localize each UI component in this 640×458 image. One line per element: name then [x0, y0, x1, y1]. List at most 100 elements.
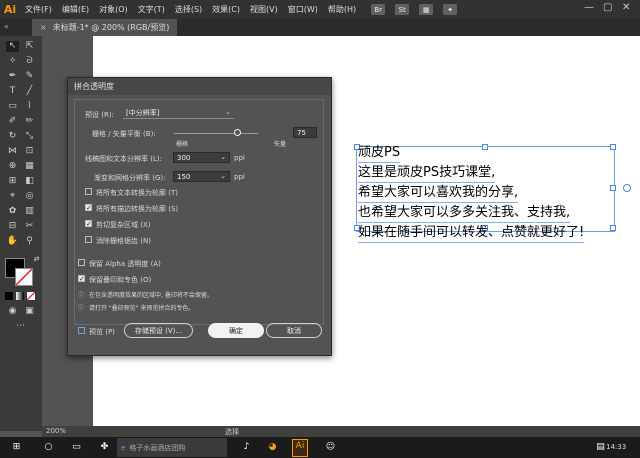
menu-type[interactable]: 文字(T): [133, 4, 170, 15]
preset-dropdown[interactable]: [中分辨率] ⌄: [123, 108, 234, 119]
chrome-app-icon[interactable]: ◕: [266, 441, 279, 454]
windows-start-icon[interactable]: ⊞: [10, 441, 23, 454]
slider-value-field[interactable]: 75: [293, 127, 317, 138]
rectangle-tool-icon[interactable]: ▭: [6, 101, 19, 112]
search-box[interactable]: e 格子水画酒店团购: [117, 438, 227, 457]
info-icon: ⓘ: [78, 305, 85, 312]
blend-tool-icon[interactable]: ◎: [23, 191, 36, 202]
fan-app-icon[interactable]: ✤: [98, 441, 111, 454]
line-res-dropdown[interactable]: 300 ⌄: [173, 152, 230, 163]
color-mode-icon[interactable]: [5, 292, 13, 300]
option-checkbox-1[interactable]: ✓: [85, 204, 92, 212]
stroke-swatch[interactable]: [15, 268, 33, 286]
width-tool-icon[interactable]: ⋈: [6, 146, 19, 157]
perspective-grid-tool-icon[interactable]: ▦: [23, 161, 36, 172]
shape-builder-tool-icon[interactable]: ⊕: [6, 161, 19, 172]
menu-select[interactable]: 选择(S): [170, 4, 207, 15]
menu-edit[interactable]: 编辑(E): [57, 4, 94, 15]
free-transform-tool-icon[interactable]: ⊡: [23, 146, 36, 157]
preview-checkbox[interactable]: [78, 327, 85, 334]
flatten-transparency-dialog: 拼合透明度 预设 (R): [中分辨率] ⌄ 栅格 / 矢量平衡 (B): 栅格…: [67, 77, 332, 356]
direct-selection-tool-icon[interactable]: ⇱: [23, 41, 36, 52]
menu-help[interactable]: 帮助(H): [323, 4, 361, 15]
handle-middle-right[interactable]: [610, 185, 616, 191]
selection-tool-icon[interactable]: ↖: [6, 41, 19, 52]
menu-window[interactable]: 窗口(W): [283, 4, 323, 15]
menu-file[interactable]: 文件(F): [20, 4, 57, 15]
eyedropper-tool-icon[interactable]: ⌖: [6, 191, 19, 202]
arrange-icon[interactable]: ✦: [443, 4, 458, 15]
hand-tool-icon[interactable]: ✋: [6, 236, 19, 247]
artboard-tool-icon[interactable]: ⊟: [6, 221, 19, 232]
rotate-tool-icon[interactable]: ↻: [6, 131, 19, 142]
gradient-mode-icon[interactable]: [16, 292, 24, 300]
zoom-tool-icon[interactable]: ⚲: [23, 236, 36, 247]
raster-vector-slider-track[interactable]: [174, 133, 258, 134]
scale-tool-icon[interactable]: ⤡: [23, 131, 36, 142]
keep-overprint-checkbox[interactable]: ✓: [78, 275, 85, 283]
keep-alpha-checkbox[interactable]: [78, 259, 85, 266]
chevron-down-icon: ⌄: [220, 153, 226, 161]
type-tool-icon[interactable]: T: [6, 86, 19, 97]
canvas-text-line: 也希望大家可以多多关注我、支持我,: [358, 203, 571, 223]
slider-right-label: 矢量: [274, 141, 287, 148]
menu-effect[interactable]: 效果(C): [207, 4, 245, 15]
tab-close-icon[interactable]: ×: [40, 23, 47, 32]
ok-button[interactable]: 确定: [208, 323, 264, 338]
info-text-0: 在包含透明度效果的区域中, 叠印将不会保留。: [89, 292, 213, 299]
minimize-button[interactable]: —: [584, 2, 594, 13]
raster-vector-slider-thumb[interactable]: [234, 129, 241, 136]
handle-top-right[interactable]: [610, 144, 616, 150]
menu-object[interactable]: 对象(O): [94, 4, 133, 15]
screen-mode-icon[interactable]: ▣: [23, 306, 36, 317]
slider-left-label: 栅格: [176, 141, 189, 148]
grad-res-value: 150: [177, 172, 191, 181]
toolbar-collapse-icon[interactable]: «: [4, 22, 9, 31]
menu-view[interactable]: 视图(V): [245, 4, 283, 15]
drawing-mode-icon[interactable]: ◉: [6, 306, 19, 317]
dialog-title[interactable]: 拼合透明度: [68, 78, 331, 95]
option-label-2: 剪切复杂区域 (X): [96, 221, 151, 229]
shaper-tool-icon[interactable]: ✐: [6, 116, 19, 127]
wechat-app-icon[interactable]: ☺: [324, 441, 337, 454]
search-icon[interactable]: ○: [42, 441, 55, 454]
cancel-button[interactable]: 取消: [266, 323, 322, 338]
magic-wand-tool-icon[interactable]: ✧: [6, 56, 19, 67]
zoom-level[interactable]: 200%: [46, 427, 66, 435]
restore-button[interactable]: ▢: [603, 2, 612, 13]
line-res-value: 300: [177, 153, 191, 162]
lasso-tool-icon[interactable]: ᘐ: [23, 56, 36, 67]
document-tab[interactable]: × 未标题-1* @ 200% (RGB/预览): [32, 19, 178, 36]
column-graph-tool-icon[interactable]: ▥: [23, 206, 36, 217]
task-view-icon[interactable]: ▭: [70, 441, 83, 454]
canvas-text-block[interactable]: 顽皮PS 这里是顽皮PS技巧课堂, 希望大家可以喜欢我的分享, 也希望大家可以多…: [358, 143, 585, 243]
gradient-tool-icon[interactable]: ◧: [23, 176, 36, 187]
grad-res-label: 渐变和网格分辨率 (G):: [94, 174, 166, 182]
close-button[interactable]: ✕: [622, 2, 630, 13]
illustrator-app-icon[interactable]: Ai: [292, 439, 308, 457]
pen-tool-icon[interactable]: ✒: [6, 71, 19, 82]
none-mode-icon[interactable]: [27, 292, 35, 300]
paintbrush-tool-icon[interactable]: ⌇: [23, 101, 36, 112]
symbol-sprayer-tool-icon[interactable]: ✿: [6, 206, 19, 217]
mesh-tool-icon[interactable]: ⊞: [6, 176, 19, 187]
music-app-icon[interactable]: ♪: [240, 441, 253, 454]
grad-res-dropdown[interactable]: 150 ⌄: [173, 171, 230, 182]
more-tools-icon[interactable]: ⋯: [14, 321, 27, 332]
handle-bottom-right[interactable]: [610, 225, 616, 231]
option-checkbox-2[interactable]: ✓: [85, 220, 92, 228]
threaded-text-port-icon[interactable]: [623, 184, 631, 192]
option-checkbox-0[interactable]: [85, 188, 92, 195]
curvature-tool-icon[interactable]: ✎: [23, 71, 36, 82]
workspace-grid-icon[interactable]: ▦: [419, 4, 434, 15]
stock-button[interactable]: St: [395, 4, 410, 15]
bridge-button[interactable]: Br: [371, 4, 386, 15]
option-checkbox-3[interactable]: [85, 236, 92, 243]
line-res-unit: ppi: [234, 154, 245, 162]
line-tool-icon[interactable]: ╱: [23, 86, 36, 97]
document-tab-strip: « × 未标题-1* @ 200% (RGB/预览): [0, 19, 640, 36]
pencil-tool-icon[interactable]: ✏: [23, 116, 36, 127]
slice-tool-icon[interactable]: ✂: [23, 221, 36, 232]
save-preset-button[interactable]: 存储预设 (V)...: [124, 323, 193, 338]
app-logo: Ai: [3, 3, 17, 16]
